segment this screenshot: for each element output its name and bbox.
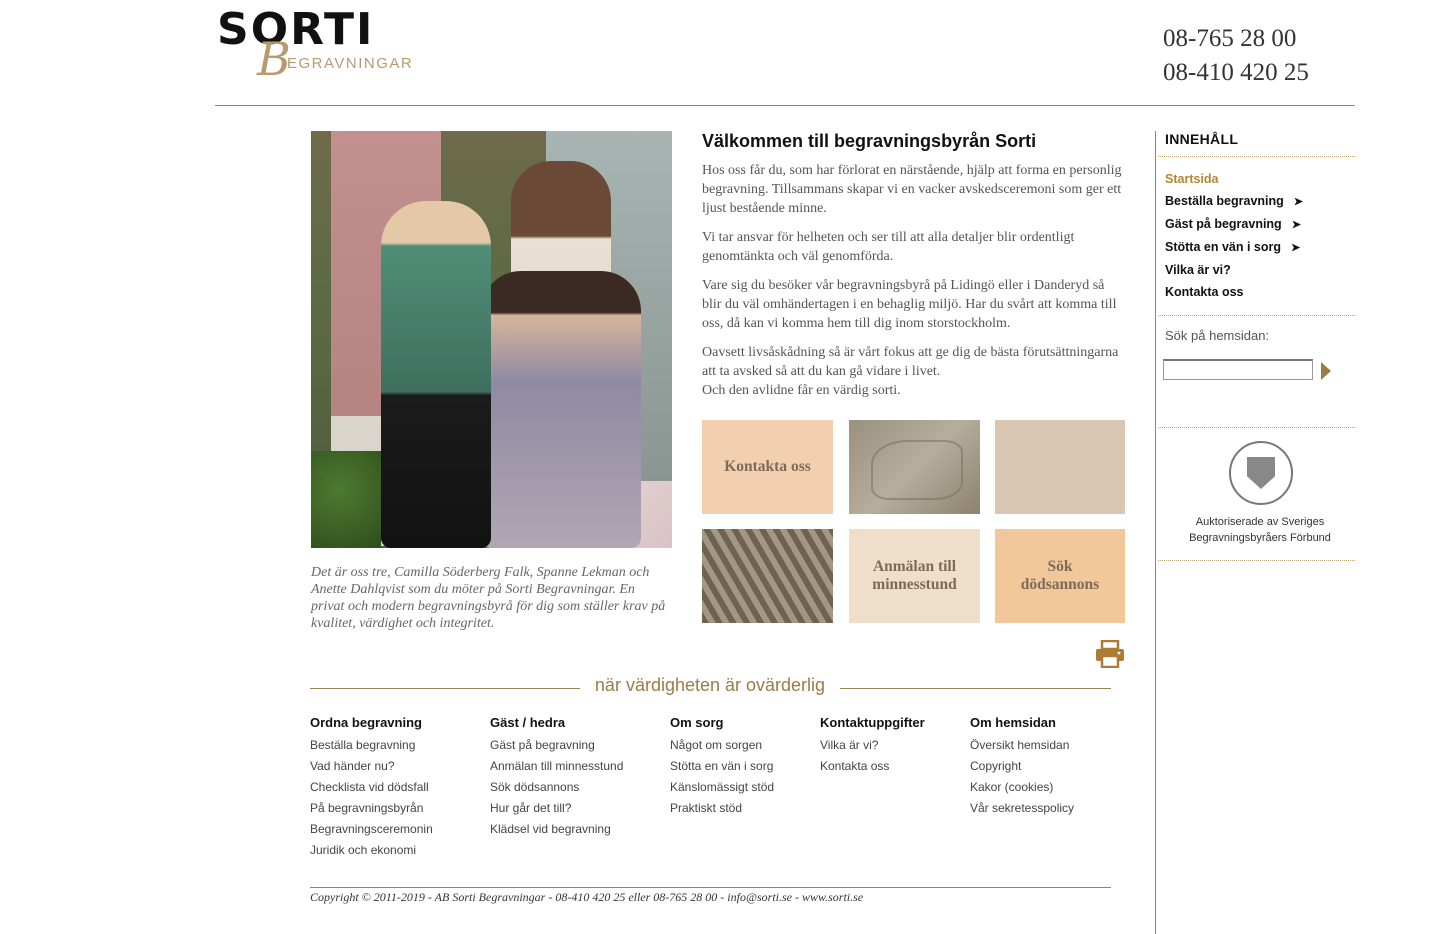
sidebar-item-label: Kontakta oss <box>1165 285 1244 299</box>
footer-heading: Om sorg <box>670 715 724 730</box>
footer-link[interactable]: Anmälan till minnesstund <box>490 756 623 777</box>
footer-link[interactable]: Sök dödsannons <box>490 777 623 798</box>
intro-paragraph: Vi tar ansvar för helheten och ser till … <box>702 230 1075 264</box>
footer-link[interactable]: Stötta en vän i sorg <box>670 756 774 777</box>
tagline-rule-right <box>840 688 1111 689</box>
footer-link[interactable]: Känslomässigt stöd <box>670 777 774 798</box>
footer-link[interactable]: Vilka är vi? <box>820 735 925 756</box>
tagline-rule-left <box>310 688 580 689</box>
sidebar-item-label: Stötta en vän i sorg <box>1165 240 1281 254</box>
footer-link[interactable]: Vad händer nu? <box>310 756 433 777</box>
lion-relief-image <box>871 440 963 500</box>
seal-caption: Auktoriserade av Sveriges Begravningsbyr… <box>1175 514 1345 546</box>
tile-plain[interactable] <box>995 420 1125 514</box>
staff-photo <box>311 131 672 548</box>
tile-memorial-line1: Anmälan till <box>872 558 957 575</box>
sidebar-item-label: Startsida <box>1165 172 1219 186</box>
footer-link[interactable]: Hur går det till? <box>490 798 623 819</box>
tile-obituary-line2: dödsannons <box>1020 576 1100 593</box>
tile-leaf-image[interactable] <box>702 529 833 623</box>
sidebar-nav: Startsida Beställa begravning ➤ Gäst på b… <box>1165 168 1303 303</box>
footer-link[interactable]: Copyright <box>970 756 1074 777</box>
tile-contact[interactable]: Kontakta oss <box>702 420 833 514</box>
sidebar-item-stotta[interactable]: Stötta en vän i sorg ➤ <box>1165 236 1303 259</box>
sidebar-item-gast[interactable]: Gäst på begravning ➤ <box>1165 213 1303 236</box>
footer-heading: Kontaktuppgifter <box>820 715 925 730</box>
photo-caption: Det är oss tre, Camilla Söderberg Falk, … <box>311 565 666 631</box>
arrow-right-icon: ➤ <box>1293 196 1304 208</box>
footer-column-gast: Gäst / hedra Gäst på begravning Anmälan … <box>490 715 623 840</box>
footer-column-sorg: Om sorg Något om sorgen Stötta en vän i … <box>670 715 774 819</box>
logo-initial: B <box>257 32 291 86</box>
footer-link[interactable]: Praktiskt stöd <box>670 798 774 819</box>
page-title: Välkommen till begravningsbyrån Sorti <box>702 131 1037 151</box>
footer-link[interactable]: Vår sekretesspolicy <box>970 798 1074 819</box>
search-submit-icon[interactable] <box>1321 362 1331 380</box>
footer-heading: Gäst / hedra <box>490 715 566 730</box>
sidebar-item-bestalla[interactable]: Beställa begravning ➤ <box>1165 190 1303 213</box>
search-input[interactable] <box>1163 359 1313 380</box>
tile-obituary-label: Sök dödsannons <box>1021 558 1099 594</box>
tile-obituary-search[interactable]: Sök dödsannons <box>995 529 1125 623</box>
phone-number-2[interactable]: 08-410 420 25 <box>1163 56 1309 90</box>
arrow-right-icon: ➤ <box>1291 219 1301 231</box>
seal-caption-line1: Auktoriserade av Sveriges <box>1195 516 1325 528</box>
intro-text: Hos oss får du, som har förlorat en närs… <box>702 161 1127 410</box>
logo-wordmark: SORTI <box>217 4 375 55</box>
sidebar-divider <box>1158 560 1355 561</box>
phone-numbers: 08-765 28 00 08-410 420 25 <box>1163 22 1309 90</box>
footer-heading: Om hemsidan <box>970 715 1056 730</box>
copyright-text: Copyright © 2011-2019 - AB Sorti Begravn… <box>310 890 864 904</box>
intro-paragraph: Och den avlidne får en värdig sorti. <box>702 383 901 398</box>
tile-obituary-line1: Sök <box>1047 558 1073 575</box>
footer-link[interactable]: Juridik och ekonomi <box>310 840 433 861</box>
tile-lion-relief[interactable] <box>849 420 980 514</box>
sidebar-border <box>1155 131 1156 934</box>
association-seal-icon <box>1229 441 1293 505</box>
sidebar-divider <box>1158 315 1355 316</box>
footer-column-ordna: Ordna begravning Beställa begravning Vad… <box>310 715 433 861</box>
search-label: Sök på hemsidan: <box>1165 328 1270 343</box>
intro-paragraph: Oavsett livsåskådning så är vårt fokus a… <box>702 345 1119 379</box>
sidebar-item-startsida[interactable]: Startsida <box>1165 168 1303 190</box>
footer-link[interactable]: Checklista vid dödsfall <box>310 777 433 798</box>
footer-heading: Ordna begravning <box>310 715 422 730</box>
footer-link[interactable]: Översikt hemsidan <box>970 735 1074 756</box>
header-divider <box>215 105 1355 106</box>
footer-link[interactable]: Något om sorgen <box>670 735 774 756</box>
sidebar-item-label: Vilka är vi? <box>1165 263 1231 277</box>
tile-memorial-line2: minnesstund <box>872 576 957 593</box>
arrow-right-icon: ➤ <box>1291 242 1301 254</box>
footer-link[interactable]: Klädsel vid begravning <box>490 819 623 840</box>
copyright-divider <box>310 887 1111 888</box>
sidebar-divider <box>1158 156 1355 157</box>
seal-caption-line2: Begravningsbyråers Förbund <box>1189 532 1331 544</box>
footer-link[interactable]: Beställa begravning <box>310 735 433 756</box>
tile-memorial[interactable]: Anmälan till minnesstund <box>849 529 980 623</box>
tile-contact-label: Kontakta oss <box>724 458 811 475</box>
footer-column-hemsidan: Om hemsidan Översikt hemsidan Copyright … <box>970 715 1074 819</box>
tagline: när värdigheten är ovärderlig <box>594 675 826 695</box>
sidebar-item-kontakta[interactable]: Kontakta oss <box>1165 281 1303 303</box>
sidebar-title: INNEHÅLL <box>1165 131 1239 147</box>
footer-link[interactable]: Kakor (cookies) <box>970 777 1074 798</box>
sidebar-divider <box>1158 427 1355 428</box>
footer-link[interactable]: Gäst på begravning <box>490 735 623 756</box>
phone-number-1[interactable]: 08-765 28 00 <box>1163 22 1309 56</box>
footer-column-kontakt: Kontaktuppgifter Vilka är vi? Kontakta o… <box>820 715 925 777</box>
sorti-logo[interactable]: SORTI B EGRAVNINGAR <box>217 4 412 86</box>
intro-paragraph: Vare sig du besöker vår begravningsbyrå … <box>702 278 1117 331</box>
logo-subtitle: EGRAVNINGAR <box>287 55 414 72</box>
sidebar-item-label: Gäst på begravning <box>1165 217 1282 231</box>
footer-link[interactable]: På begravningsbyrån <box>310 798 433 819</box>
sidebar-item-vilka[interactable]: Vilka är vi? <box>1165 259 1303 281</box>
footer-link[interactable]: Begravningsceremonin <box>310 819 433 840</box>
footer-link[interactable]: Kontakta oss <box>820 756 925 777</box>
sidebar-item-label: Beställa begravning <box>1165 194 1284 208</box>
tile-memorial-label: Anmälan till minnesstund <box>872 558 956 594</box>
intro-paragraph: Hos oss får du, som har förlorat en närs… <box>702 163 1122 216</box>
printer-icon[interactable] <box>1095 639 1125 669</box>
